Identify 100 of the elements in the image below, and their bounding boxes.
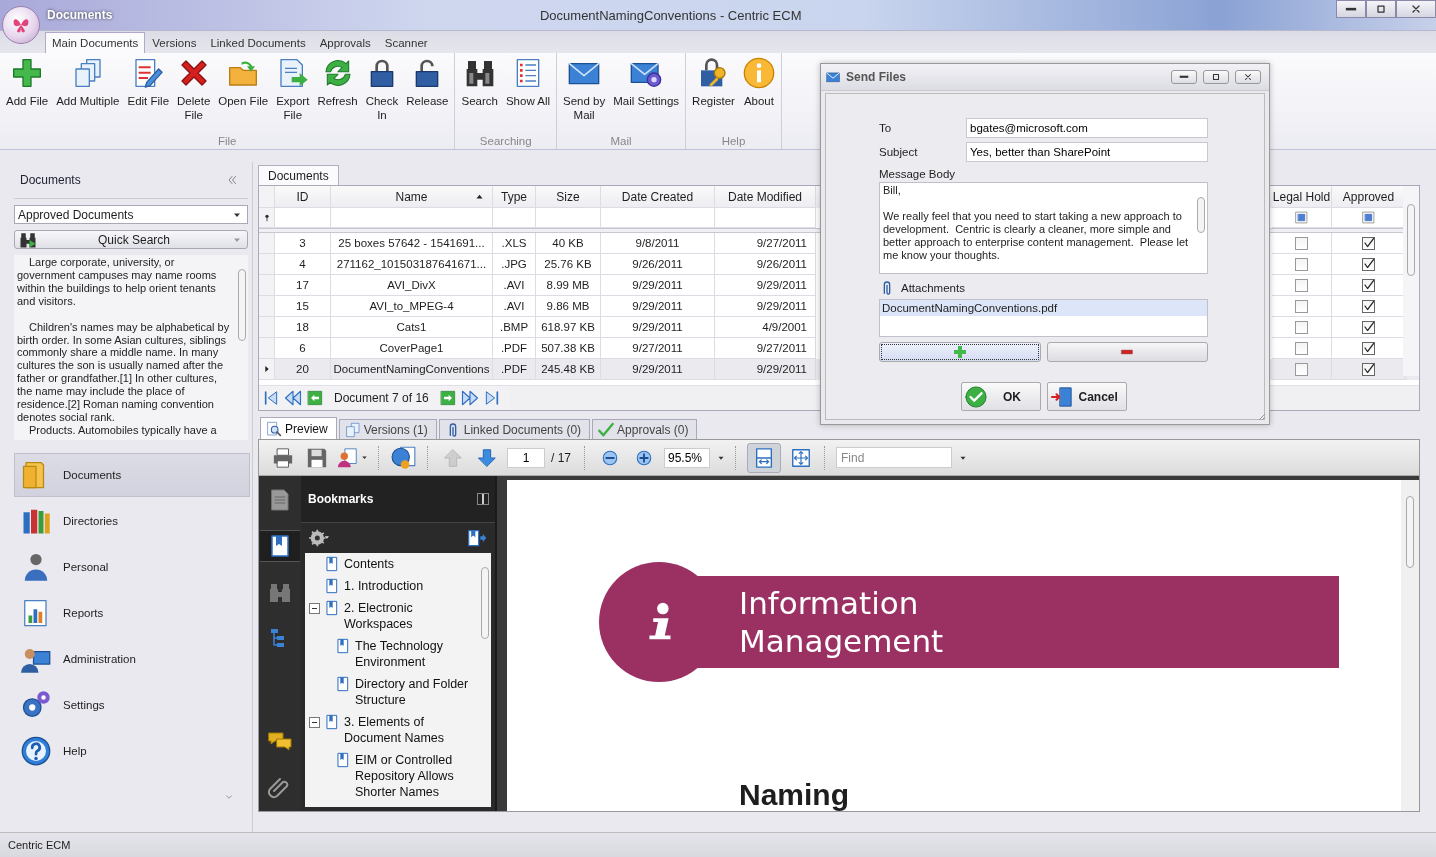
ribbon-button[interactable]: Check In — [361, 57, 403, 132]
options-button[interactable] — [309, 528, 329, 548]
collapse-toggle[interactable] — [309, 717, 320, 728]
new-bookmark-button[interactable] — [467, 528, 487, 548]
preview-tab[interactable]: Versions (1) — [338, 419, 437, 439]
ribbon-button[interactable]: Add Multiple — [52, 57, 124, 132]
check-icon — [598, 421, 615, 438]
ribbon-button[interactable]: Edit File — [123, 57, 174, 132]
checkbox[interactable] — [1362, 257, 1375, 271]
ribbon-button[interactable]: Release — [402, 57, 453, 132]
ribbon-button[interactable]: Open File — [214, 57, 273, 132]
table-cell: 4/9/2001 — [715, 317, 816, 338]
checkbox[interactable] — [1362, 299, 1375, 313]
nav-item[interactable]: Personal — [14, 545, 250, 589]
hide-panel-button[interactable] — [477, 493, 489, 505]
column-header[interactable]: Name — [331, 186, 493, 208]
ribbon-button[interactable]: Delete File — [173, 57, 215, 132]
ribbon-tab[interactable]: Scanner — [377, 32, 435, 53]
maximize-button[interactable] — [1366, 0, 1396, 18]
table-cell: 9/29/2011 — [601, 275, 715, 296]
checkbox[interactable] — [1295, 257, 1308, 271]
page-field[interactable]: 1 — [507, 447, 545, 468]
collapse-toggle[interactable] — [309, 603, 320, 614]
filter-dropdown[interactable]: Approved Documents — [14, 205, 248, 224]
bookmark-item[interactable]: 1. Introduction — [344, 578, 424, 594]
bookmark-item[interactable]: 2. Electronic Workspaces — [344, 600, 477, 632]
ribbon-button[interactable]: Search — [457, 57, 502, 132]
ribbon-tab[interactable]: Main Documents — [45, 32, 146, 53]
ribbon-button[interactable]: Export File — [272, 57, 314, 132]
fit-page-icon — [790, 446, 812, 469]
column-header[interactable]: Date Modified — [715, 186, 816, 208]
bookmark-item[interactable]: 3. Elements of Document Names — [344, 714, 477, 746]
checkbox[interactable] — [1362, 236, 1375, 250]
close-button[interactable] — [1396, 0, 1436, 18]
minimize-button[interactable] — [1336, 0, 1366, 18]
bookmarks-button[interactable] — [260, 530, 300, 562]
ribbon-button[interactable]: Show All — [501, 57, 555, 132]
quick-search-button[interactable]: Quick Search — [14, 230, 248, 249]
nav-item[interactable]: Directories — [14, 499, 250, 543]
checkbox[interactable] — [1295, 299, 1308, 313]
checkbox[interactable] — [1362, 362, 1375, 376]
checkbox[interactable] — [1362, 278, 1375, 292]
ribbon-tab[interactable]: Approvals — [312, 32, 378, 53]
find-field[interactable]: Find — [836, 447, 952, 468]
ribbon-tab[interactable]: Linked Documents — [203, 32, 313, 53]
ribbon-button[interactable]: Send by Mail — [559, 57, 610, 132]
checkbox[interactable] — [1362, 341, 1375, 355]
nav-item[interactable]: Settings — [14, 683, 250, 727]
add-attachment-button[interactable] — [879, 342, 1041, 362]
preview-tab[interactable]: Linked Documents (0) — [438, 419, 591, 439]
table-cell: 9.86 MB — [536, 296, 601, 317]
table-cell: .PDF — [493, 359, 536, 380]
checkbox[interactable] — [1295, 278, 1308, 292]
column-header[interactable]: ID — [275, 186, 331, 208]
ribbon-button[interactable]: Refresh — [313, 57, 362, 132]
column-header[interactable]: Date Created — [601, 186, 715, 208]
attachment-item[interactable]: DocumentNamingConventions.pdf — [880, 300, 1207, 316]
input-field[interactable]: bgates@microsoft.com — [966, 118, 1208, 138]
fit-width-button[interactable] — [747, 442, 781, 473]
bookmark-item[interactable]: Directory and Folder Structure — [355, 676, 477, 708]
ok-button[interactable]: OK — [960, 382, 1041, 411]
minimize-button[interactable] — [1171, 70, 1197, 84]
nav-item[interactable]: Help — [14, 729, 250, 773]
cancel-button[interactable]: Cancel — [1046, 382, 1127, 411]
nav-item[interactable]: Administration — [14, 637, 250, 681]
maximize-icon — [1211, 72, 1221, 82]
ribbon-button[interactable]: Add File — [2, 57, 53, 132]
nav-item[interactable]: Documents — [14, 453, 250, 497]
group-label: Help — [721, 134, 746, 147]
bookmark-item[interactable]: The Technology Environment — [355, 638, 477, 670]
documents-tab[interactable]: Documents — [258, 165, 339, 185]
table-cell: 9/26/2011 — [601, 254, 715, 275]
close-button[interactable] — [1235, 70, 1261, 84]
ribbon-button[interactable]: About — [738, 57, 779, 132]
checkbox[interactable] — [1295, 341, 1308, 355]
checkbox[interactable] — [1295, 362, 1308, 376]
column-header[interactable]: Size — [536, 186, 601, 208]
input-field[interactable]: Yes, better than SharePoint — [966, 142, 1208, 162]
ribbon-tab[interactable]: Versions — [145, 32, 204, 53]
column-header[interactable]: Type — [493, 186, 536, 208]
scrollbar[interactable] — [1403, 186, 1419, 376]
column-header[interactable]: Legal Hold — [1272, 186, 1332, 208]
ribbon-button[interactable]: Mail Settings — [609, 57, 684, 132]
maximize-button[interactable] — [1203, 70, 1229, 84]
message-body-field[interactable]: Bill, We really feel that you need to start taking a new approach to development. Centric is clearly a cleaner, more simple and better approach to enterprise content management. Please let me know your thoughts. — [879, 182, 1208, 274]
collapse-button[interactable] — [226, 174, 238, 186]
checkbox[interactable] — [1295, 320, 1308, 334]
nav-item[interactable]: Reports — [14, 591, 250, 635]
scrollbar[interactable] — [1401, 480, 1419, 811]
preview-tab[interactable]: Preview — [260, 417, 337, 439]
checkbox[interactable] — [1362, 320, 1375, 334]
zoom-field[interactable]: 95.5% — [664, 447, 710, 468]
ribbon-button[interactable]: Register — [688, 57, 739, 132]
preview-tab[interactable]: Approvals (0) — [592, 419, 698, 439]
bookmark-item[interactable]: Contents — [344, 556, 395, 572]
indeterminate-checkbox-icon — [1362, 211, 1375, 224]
table-cell: .AVI — [493, 275, 536, 296]
bookmark-item[interactable]: EIM or Controlled Repository Allows Shorter Names — [355, 752, 477, 800]
checkbox[interactable] — [1295, 236, 1308, 250]
app-menu-button[interactable] — [2, 6, 40, 44]
